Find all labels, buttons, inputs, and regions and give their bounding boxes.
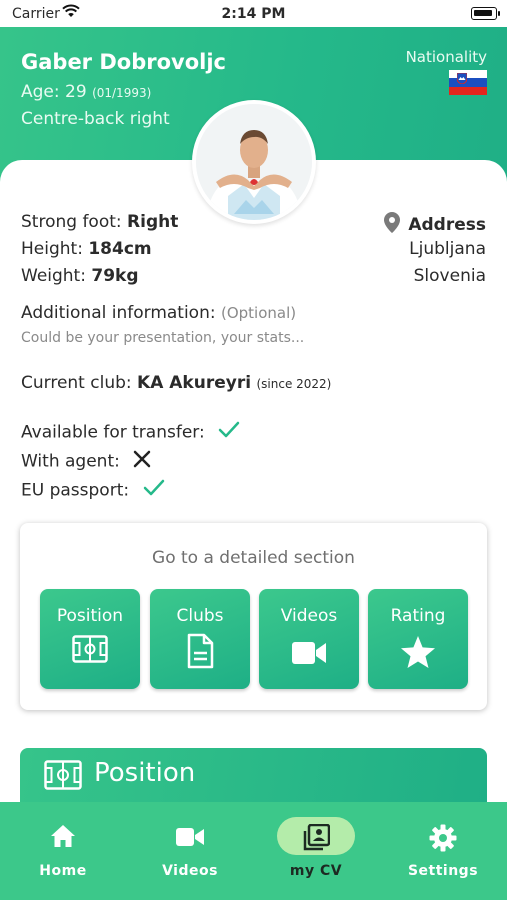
height-row: Height: 184cm [21,239,152,259]
weight-row: Weight: 79kg [21,266,139,286]
additional-info-field[interactable]: Could be your presentation, your stats..… [21,330,304,346]
current-club-label: Current club: [21,373,132,393]
tab-home-label: Home [39,863,87,879]
status-bar: Carrier 2:14 PM [0,0,507,27]
status-time: 2:14 PM [221,6,286,22]
address-city: Ljubljana [409,239,486,259]
optional-tag: (Optional) [221,304,297,322]
clubs-section-button[interactable]: Clubs [150,589,250,689]
address-heading: Address [384,212,486,238]
current-club-row: Current club: KA Akureyri (since 2022) [21,373,331,393]
player-age: Age: 29 (01/1993) [21,82,151,102]
weight-value: 79kg [91,266,139,286]
player-name: Gaber Dobrovoljc [21,50,226,74]
clubs-tile-label: Clubs [176,606,224,626]
bottom-tab-bar: Home Videos my CV Settings [0,802,507,900]
videos-section-button[interactable]: Videos [259,589,359,689]
cv-icon [253,824,379,852]
tab-home[interactable]: Home [0,802,126,900]
check-icon [143,479,165,502]
strong-foot-label: Strong foot: [21,212,122,232]
cross-icon [133,450,151,473]
current-club-value: KA Akureyri [137,373,252,393]
player-photo [196,104,312,220]
position-tile-label: Position [56,606,124,626]
tab-videos[interactable]: Videos [127,802,253,900]
pitch-icon [44,760,82,790]
tab-settings[interactable]: Settings [380,802,506,900]
tab-my-cv[interactable]: my CV [253,802,379,900]
detailed-sections-title: Go to a detailed section [152,548,355,568]
player-avatar[interactable] [192,100,316,224]
home-icon [0,824,126,852]
transfer-row: Available for transfer: [21,421,240,444]
player-position: Centre-back right [21,109,170,129]
video-camera-icon [292,642,326,664]
battery-icon [471,7,500,20]
tab-videos-label: Videos [162,863,218,879]
check-icon [218,421,240,444]
passport-row: EU passport: [21,479,165,502]
age-value: Age: 29 [21,82,87,102]
club-since: (since 2022) [256,377,332,391]
agent-row: With agent: [21,450,151,473]
detailed-sections-card: Go to a detailed section Position Clubs … [20,523,487,710]
video-camera-icon [127,824,253,852]
gear-icon [380,824,506,852]
slovenia-flag-icon [449,70,487,95]
position-section-title: Position [94,758,196,788]
height-value: 184cm [88,239,152,259]
document-icon [187,633,214,669]
position-section-header[interactable]: Position [20,748,487,804]
address-label: Address [408,215,486,235]
address-country: Slovenia [413,266,486,286]
tab-settings-label: Settings [407,863,479,879]
position-section-button[interactable]: Position [40,589,140,689]
agent-label: With agent: [21,451,120,472]
birth-date: (01/1993) [92,86,152,100]
weight-label: Weight: [21,266,86,286]
additional-info-row: Additional information: (Optional) [21,303,296,323]
passport-label: EU passport: [21,480,130,501]
strong-foot-value: Right [127,212,179,232]
transfer-label: Available for transfer: [21,422,205,443]
nationality-label: Nationality [405,48,487,66]
additional-info-label: Additional information: [21,303,216,323]
height-label: Height: [21,239,83,259]
pitch-icon [72,635,108,663]
tab-my-cv-label: my CV [289,863,343,879]
location-pin-icon [384,212,401,238]
star-icon [401,636,435,668]
rating-section-button[interactable]: Rating [368,589,468,689]
strong-foot-row: Strong foot: Right [21,212,178,232]
rating-tile-label: Rating [390,606,446,626]
videos-tile-label: Videos [280,606,338,626]
